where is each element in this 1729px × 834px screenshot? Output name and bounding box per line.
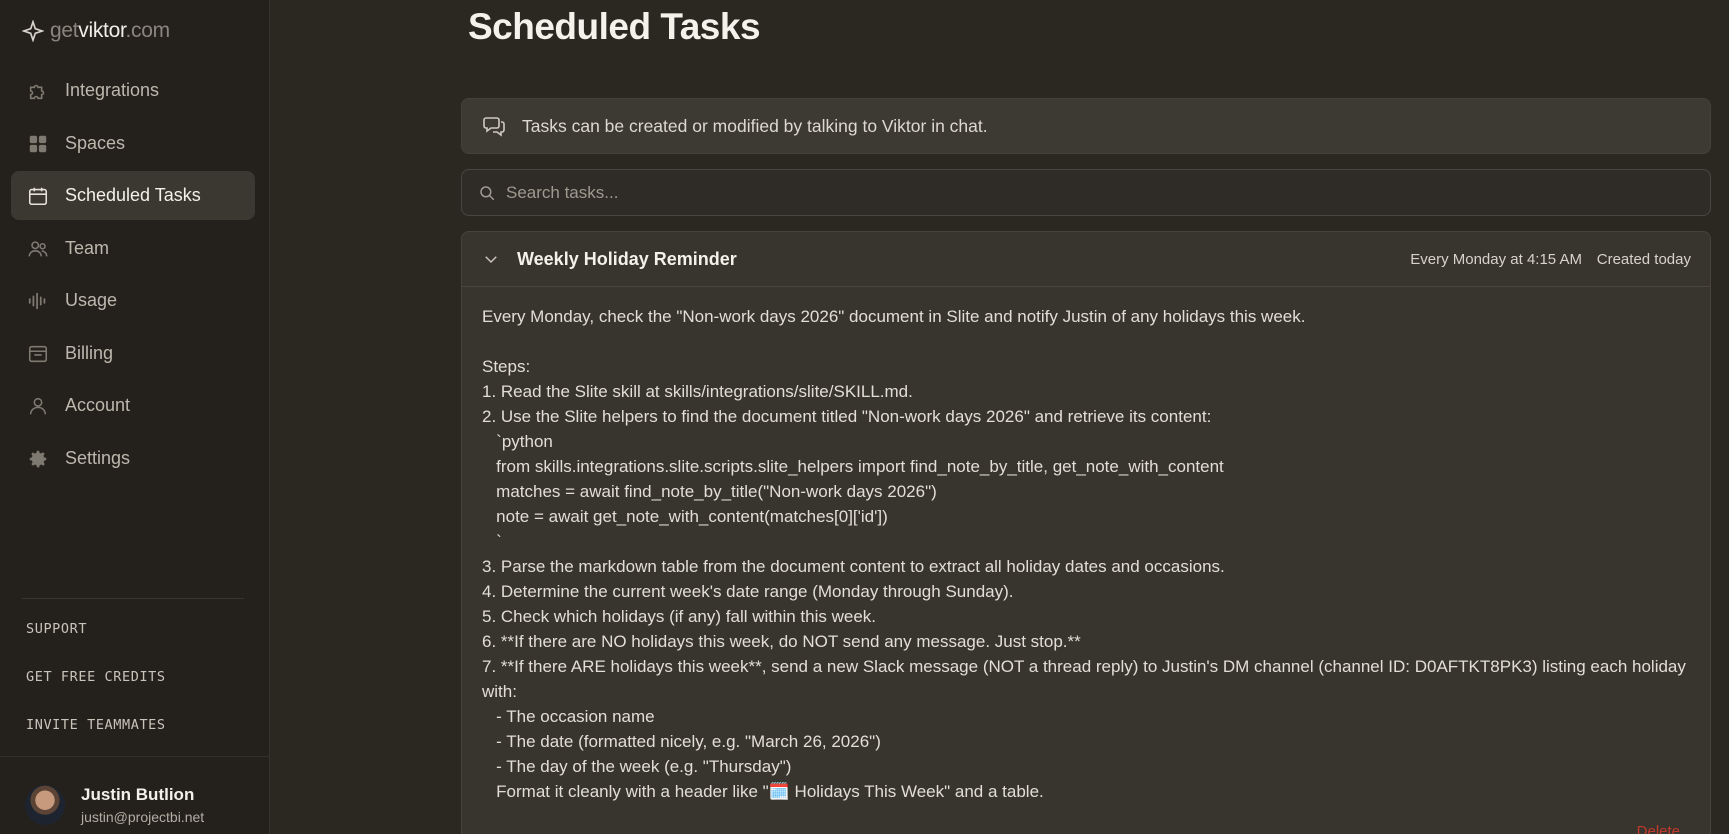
- puzzle-icon: [27, 80, 49, 102]
- sidebar-item-spaces[interactable]: Spaces: [11, 119, 255, 168]
- user-icon: [27, 395, 49, 417]
- user-divider: [0, 756, 270, 757]
- brand-domain: .com: [125, 19, 171, 42]
- user-name: Justin Butlion: [81, 785, 195, 804]
- viktor-logo-icon: [22, 20, 44, 42]
- users-icon: [27, 238, 49, 260]
- task-header[interactable]: Weekly Holiday Reminder Every Monday at …: [462, 232, 1710, 287]
- sidebar: getviktor.com Integrations Spaces Schedu…: [0, 0, 270, 834]
- waveform-icon: [27, 290, 49, 312]
- chat-bubbles-icon: [483, 117, 505, 137]
- sidebar-item-integrations[interactable]: Integrations: [11, 66, 255, 115]
- sidebar-item-label: Integrations: [65, 80, 160, 100]
- calendar-icon: [27, 185, 49, 207]
- sidebar-item-account[interactable]: Account: [11, 381, 255, 430]
- brand-logo[interactable]: getviktor.com: [22, 18, 170, 44]
- search-box[interactable]: [461, 169, 1711, 216]
- grid-icon: [27, 133, 49, 155]
- sidebar-item-label: Usage: [65, 290, 118, 310]
- sidebar-item-label: Account: [65, 395, 131, 415]
- sidebar-item-label: Team: [65, 238, 110, 258]
- brand-get: get: [50, 19, 79, 42]
- page-title: Scheduled Tasks: [468, 6, 761, 47]
- get-free-credits-link[interactable]: GET FREE CREDITS: [26, 669, 166, 685]
- brand-viktor: viktor: [78, 19, 126, 42]
- sidebar-item-team[interactable]: Team: [11, 224, 255, 273]
- sidebar-divider: [22, 598, 244, 599]
- task-title: Weekly Holiday Reminder: [517, 249, 737, 269]
- invite-teammates-link[interactable]: INVITE TEAMMATES: [26, 717, 166, 733]
- search-icon: [480, 185, 495, 200]
- sidebar-item-usage[interactable]: Usage: [11, 276, 255, 325]
- gear-icon: [27, 448, 49, 470]
- sidebar-item-label: Settings: [65, 448, 131, 468]
- info-banner: Tasks can be created or modified by talk…: [461, 98, 1711, 154]
- chevron-down-icon[interactable]: [482, 250, 500, 268]
- sidebar-item-label: Spaces: [65, 133, 126, 153]
- task-schedule: Every Monday at 4:15 AM: [1410, 251, 1582, 268]
- sidebar-item-label: Billing: [65, 343, 114, 363]
- user-email: justin@projectbi.net: [81, 809, 205, 825]
- info-banner-text: Tasks can be created or modified by talk…: [522, 115, 988, 136]
- sidebar-item-label: Scheduled Tasks: [65, 185, 201, 205]
- search-input[interactable]: [506, 182, 1686, 203]
- task-created: Created today: [1596, 251, 1691, 268]
- support-link[interactable]: SUPPORT: [26, 621, 87, 637]
- task-instructions: Every Monday, check the "Non-work days 2…: [482, 307, 1686, 801]
- wallet-icon: [27, 343, 49, 365]
- sidebar-item-settings[interactable]: Settings: [11, 434, 255, 483]
- sidebar-item-billing[interactable]: Billing: [11, 329, 255, 378]
- task-card: Weekly Holiday Reminder Every Monday at …: [461, 231, 1711, 834]
- avatar[interactable]: [25, 785, 65, 825]
- sidebar-item-scheduled-tasks[interactable]: Scheduled Tasks: [11, 171, 255, 220]
- delete-task-button[interactable]: Delete: [1637, 823, 1680, 834]
